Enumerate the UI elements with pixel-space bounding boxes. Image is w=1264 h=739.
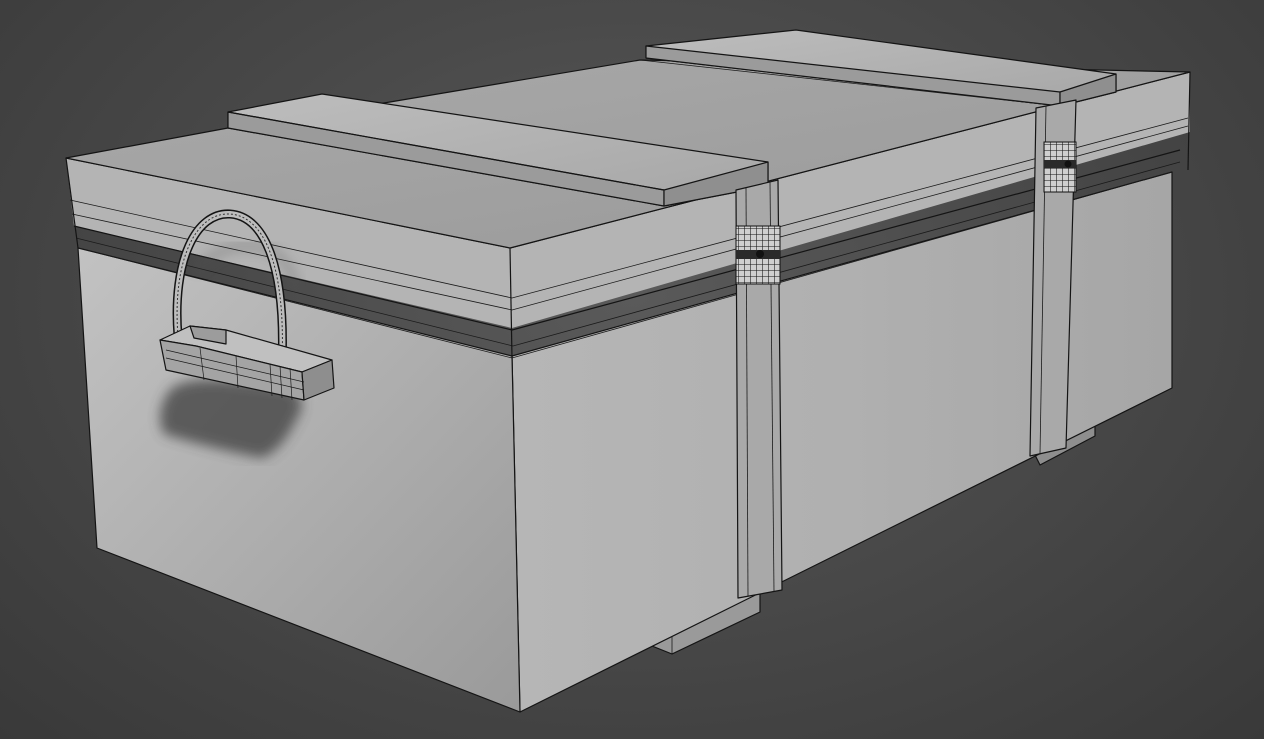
crate-scene	[65, 29, 1191, 713]
latch-right	[1043, 141, 1077, 193]
latch-left	[735, 225, 781, 285]
crate-end-face	[77, 247, 521, 713]
3d-viewport[interactable]	[0, 0, 1264, 739]
